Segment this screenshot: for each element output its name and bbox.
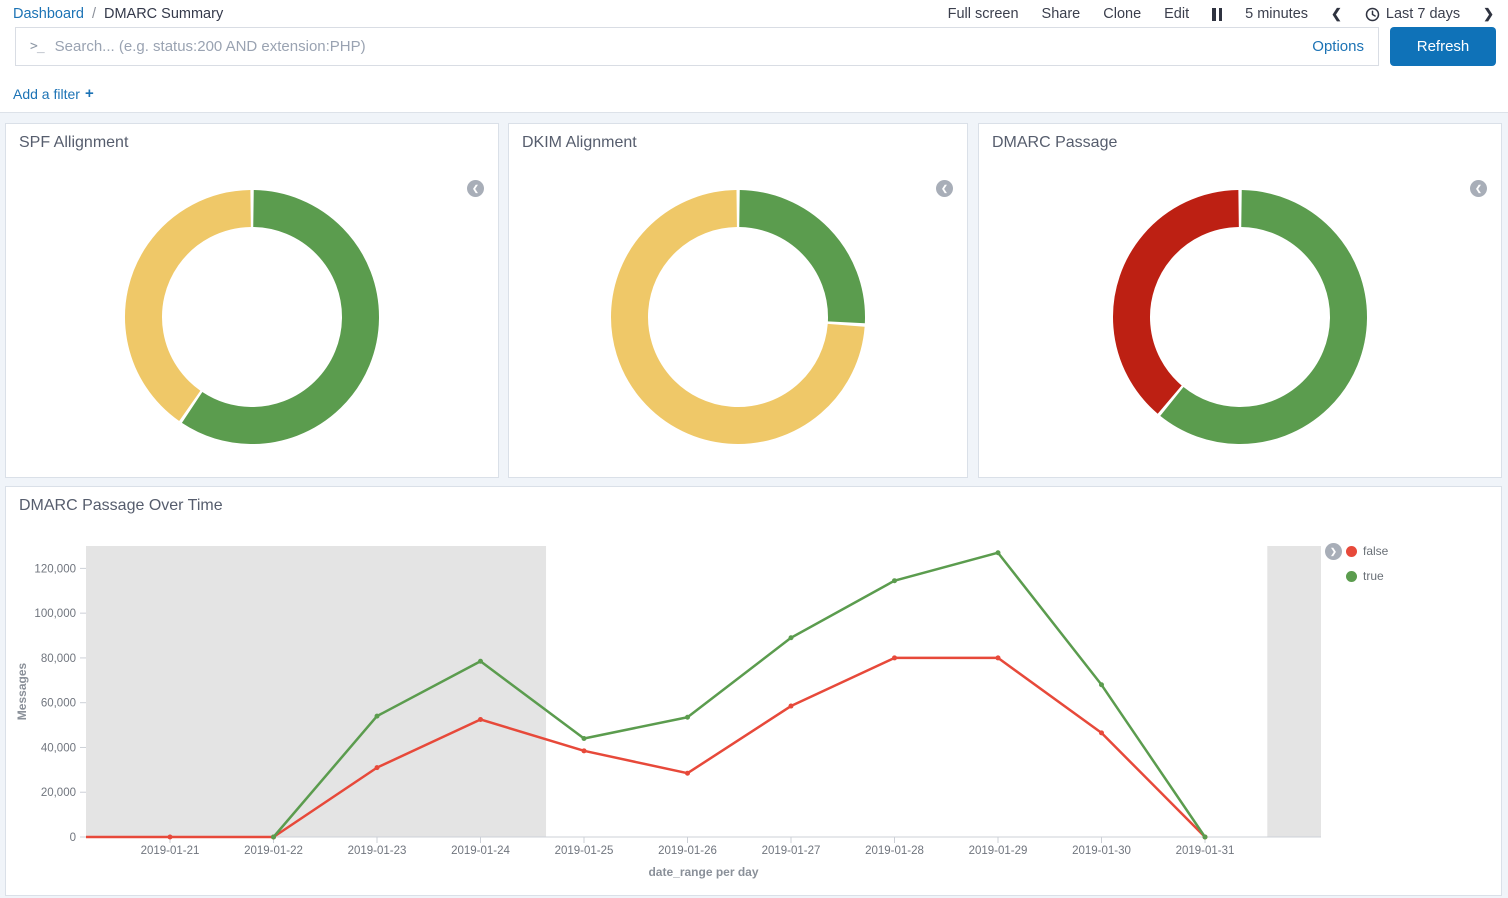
- plus-icon: +: [85, 85, 94, 102]
- series-point-false[interactable]: [168, 835, 173, 840]
- series-point-false[interactable]: [996, 655, 1001, 660]
- options-link[interactable]: Options: [1312, 38, 1364, 55]
- breadcrumb-separator: /: [92, 6, 96, 22]
- x-tick-label: 2019-01-26: [658, 845, 717, 857]
- time-prev-icon[interactable]: ❮: [1331, 6, 1342, 22]
- expand-legend-icon[interactable]: ❯: [1325, 543, 1342, 560]
- panel-dmarc-over-time: 0 20,000 40,000 60,000 80,000 100,000 120,000 2…: [5, 486, 1502, 896]
- y-tick-label: 60,000: [41, 698, 76, 710]
- legend-item-true[interactable]: true: [1346, 569, 1388, 583]
- y-axis-title: Messages: [15, 662, 29, 720]
- dkim-donut-chart[interactable]: [509, 164, 967, 469]
- time-range-button[interactable]: Last 7 days: [1365, 6, 1460, 22]
- series-point-false[interactable]: [789, 704, 794, 709]
- time-filter-dim-band: [1267, 546, 1321, 837]
- time-filter-dim-band: [86, 546, 546, 837]
- x-axis-title: date_range per day: [648, 865, 758, 879]
- series-point-true[interactable]: [892, 578, 897, 583]
- share-button[interactable]: Share: [1042, 6, 1081, 22]
- panel-title: SPF Allignment: [6, 124, 498, 162]
- panel-dkim-alignment: DKIM Alignment ❮: [508, 123, 968, 478]
- dmarc-donut-chart[interactable]: [979, 164, 1501, 469]
- refresh-interval-button[interactable]: 5 minutes: [1245, 6, 1308, 22]
- time-range-label: Last 7 days: [1386, 6, 1460, 22]
- series-point-false[interactable]: [892, 655, 897, 660]
- breadcrumb-current: DMARC Summary: [104, 6, 223, 22]
- x-tick-label: 2019-01-28: [865, 845, 924, 857]
- chart-legend: false true: [1346, 544, 1388, 583]
- full-screen-button[interactable]: Full screen: [948, 6, 1019, 22]
- series-point-true[interactable]: [789, 635, 794, 640]
- refresh-button[interactable]: Refresh: [1390, 27, 1496, 66]
- series-point-false[interactable]: [478, 717, 483, 722]
- edit-button[interactable]: Edit: [1164, 6, 1189, 22]
- clock-icon: [1365, 7, 1380, 22]
- series-point-false[interactable]: [375, 765, 380, 770]
- top-bar: Dashboard / DMARC Summary Full screen Sh…: [0, 0, 1508, 26]
- series-point-true[interactable]: [685, 715, 690, 720]
- search-input[interactable]: [55, 38, 1301, 55]
- dashboard-grid: SPF Allignment ❮ DKIM Alignment ❮ DMARC …: [0, 113, 1508, 898]
- series-point-false[interactable]: [582, 748, 587, 753]
- breadcrumb: Dashboard / DMARC Summary: [13, 6, 223, 22]
- x-tick-label: 2019-01-23: [348, 845, 407, 857]
- console-prompt-icon: >_: [30, 39, 44, 54]
- legend-dot-false: [1346, 546, 1357, 557]
- spf-donut-chart[interactable]: [6, 164, 498, 469]
- series-point-true[interactable]: [375, 714, 380, 719]
- query-bar: >_ Options Refresh: [15, 27, 1496, 66]
- panel-spf-alignment: SPF Allignment ❮: [5, 123, 499, 478]
- y-tick-label: 20,000: [41, 787, 76, 799]
- series-point-true[interactable]: [478, 659, 483, 664]
- y-tick-label: 80,000: [41, 653, 76, 665]
- filter-bar: Add a filter +: [13, 85, 94, 102]
- series-point-true[interactable]: [1203, 835, 1208, 840]
- y-tick-label: 100,000: [34, 608, 76, 620]
- x-tick-label: 2019-01-25: [555, 845, 614, 857]
- x-tick-label: 2019-01-30: [1072, 845, 1131, 857]
- dashboard-menu: Full screen Share Clone Edit 5 minutes ❮…: [948, 6, 1494, 22]
- x-tick-label: 2019-01-22: [244, 845, 303, 857]
- legend-label: false: [1363, 544, 1388, 558]
- y-tick-label: 0: [70, 832, 76, 844]
- x-tick-label: 2019-01-21: [141, 845, 200, 857]
- panel-title: DKIM Alignment: [509, 124, 967, 162]
- search-bar[interactable]: >_ Options: [15, 27, 1379, 66]
- series-point-true[interactable]: [996, 550, 1001, 555]
- y-tick-label: 120,000: [34, 563, 76, 575]
- series-point-true[interactable]: [582, 736, 587, 741]
- series-point-false[interactable]: [1099, 730, 1104, 735]
- panel-title: DMARC Passage: [979, 124, 1501, 162]
- series-point-true[interactable]: [1099, 682, 1104, 687]
- panel-dmarc-passage: DMARC Passage ❮: [978, 123, 1502, 478]
- x-tick-label: 2019-01-27: [762, 845, 821, 857]
- dmarc-over-time-line-chart[interactable]: 0 20,000 40,000 60,000 80,000 100,000 120,000 2…: [6, 487, 1501, 895]
- series-point-true[interactable]: [271, 835, 276, 840]
- legend-item-false[interactable]: false: [1346, 544, 1388, 558]
- legend-dot-true: [1346, 571, 1357, 582]
- pause-icon[interactable]: [1212, 8, 1222, 21]
- y-tick-label: 40,000: [41, 742, 76, 754]
- breadcrumb-dashboard-link[interactable]: Dashboard: [13, 6, 84, 22]
- time-next-icon[interactable]: ❯: [1483, 6, 1494, 22]
- panel-title: DMARC Passage Over Time: [6, 487, 236, 525]
- x-tick-label: 2019-01-31: [1176, 845, 1235, 857]
- x-tick-label: 2019-01-24: [451, 845, 510, 857]
- add-filter-link[interactable]: Add a filter: [13, 86, 80, 102]
- x-tick-label: 2019-01-29: [969, 845, 1028, 857]
- legend-label: true: [1363, 569, 1384, 583]
- clone-button[interactable]: Clone: [1103, 6, 1141, 22]
- series-point-false[interactable]: [685, 771, 690, 776]
